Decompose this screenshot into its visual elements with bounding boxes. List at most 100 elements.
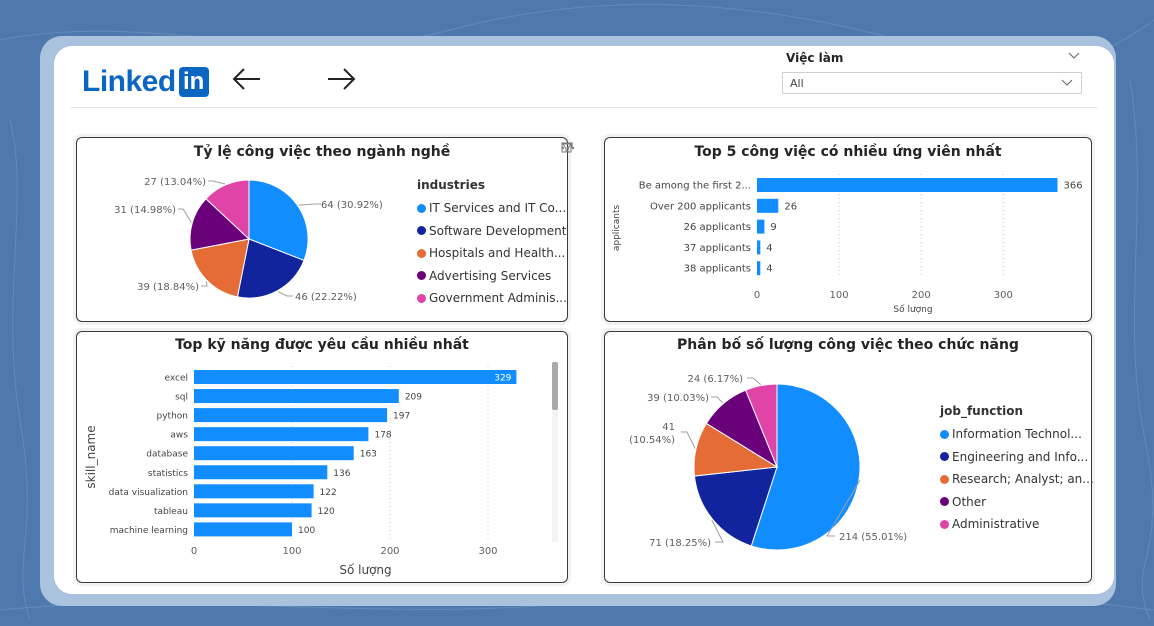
- legend-item[interactable]: Other: [940, 491, 1094, 514]
- x-tick-label: 0: [191, 546, 197, 557]
- legend-label: Government Adminis...: [429, 291, 567, 306]
- bar[interactable]: [194, 484, 314, 499]
- bar[interactable]: [194, 503, 312, 518]
- value-label: 100: [298, 526, 315, 536]
- data-label: (10.54%): [629, 435, 675, 446]
- bar[interactable]: [757, 198, 779, 213]
- category-label: 26 applicants: [684, 222, 751, 233]
- category-label: aws: [170, 431, 188, 441]
- leader-line: [277, 291, 293, 297]
- industries-legend: industries IT Services and IT Co... Softw…: [417, 178, 567, 310]
- value-label: 120: [318, 507, 335, 517]
- category-label: Over 200 applicants: [650, 201, 751, 212]
- dropdown-chevron-icon: [1061, 79, 1073, 86]
- category-label: database: [146, 450, 188, 460]
- legend-title: job_function: [940, 404, 1024, 418]
- slicer-title: Việc làm: [786, 51, 844, 65]
- bar[interactable]: [194, 446, 354, 461]
- slicer-dropdown[interactable]: All: [782, 72, 1082, 94]
- bar[interactable]: [194, 370, 517, 384]
- slicer-value: All: [790, 77, 804, 90]
- legend-label: Advertising Services: [429, 268, 552, 283]
- data-label: 31 (14.98%): [114, 205, 176, 216]
- value-label: 26: [784, 201, 797, 212]
- chevron-down-icon[interactable]: [1068, 52, 1080, 60]
- bar[interactable]: [194, 522, 292, 537]
- value-label: 209: [405, 393, 422, 403]
- y-axis-title: skill_name: [84, 425, 98, 488]
- job-function-pie-visual[interactable]: Phân bố số lượng công việc theo chức năn…: [604, 331, 1094, 583]
- legend-title: industries: [417, 178, 485, 192]
- data-label: 64 (30.92%): [321, 200, 383, 211]
- legend-label: Administrative: [952, 517, 1040, 532]
- legend-item[interactable]: IT Services and IT Co...: [417, 197, 567, 220]
- legend-label: Hospitals and Health...: [429, 246, 566, 261]
- x-tick-label: 100: [830, 290, 849, 301]
- logo-text: Linked: [82, 65, 176, 98]
- bar[interactable]: [757, 178, 1058, 192]
- applicants-bar-visual[interactable]: Top 5 công việc có nhiều ứng viên nhất 0…: [604, 137, 1092, 322]
- job-function-legend: job_function Information Technol... Engin…: [940, 404, 1094, 536]
- legend-label: Research; Analyst; an...: [952, 472, 1094, 487]
- value-label: 136: [333, 469, 350, 479]
- industries-pie-visual[interactable]: Tỷ lệ công việc theo ngành nghề 64 (30.9…: [76, 137, 575, 322]
- legend-item[interactable]: Engineering and Info...: [940, 446, 1094, 469]
- legend-item[interactable]: Advertising Services: [417, 265, 567, 288]
- y-axis-title: applicants: [612, 205, 622, 252]
- category-label: 38 applicants: [684, 264, 751, 275]
- x-tick-label: 200: [912, 290, 931, 301]
- legend-item[interactable]: Government Adminis...: [417, 287, 567, 310]
- value-label: 4: [766, 264, 772, 275]
- legend-item[interactable]: Research; Analyst; an...: [940, 468, 1094, 491]
- back-button[interactable]: [230, 64, 264, 94]
- bar[interactable]: [757, 261, 761, 276]
- bar[interactable]: [194, 389, 399, 404]
- bar[interactable]: [757, 219, 765, 234]
- category-label: excel: [164, 374, 188, 384]
- legend-item[interactable]: Software Development: [417, 220, 567, 243]
- legend-label: Information Technol...: [952, 427, 1082, 442]
- x-tick-label: 200: [380, 546, 399, 557]
- x-tick-label: 300: [994, 290, 1013, 301]
- bar[interactable]: [194, 408, 388, 423]
- data-label: 39 (10.03%): [647, 393, 709, 404]
- legend-dot-icon: [940, 429, 949, 439]
- linkedin-logo: Linked in: [82, 62, 209, 102]
- legend-item[interactable]: Hospitals and Health...: [417, 242, 567, 265]
- x-tick-label: 0: [754, 290, 760, 301]
- data-label: 39 (18.84%): [137, 282, 199, 293]
- legend-item[interactable]: Information Technol...: [940, 423, 1094, 446]
- category-label: tableau: [154, 507, 188, 517]
- skills-scrollbar-thumb[interactable]: [552, 362, 558, 410]
- x-tick-label: 100: [282, 546, 301, 557]
- leader-line: [747, 377, 762, 385]
- value-label: 366: [1064, 181, 1083, 192]
- x-axis-title: Số lượng: [339, 563, 391, 577]
- data-label: 27 (13.04%): [144, 177, 206, 188]
- header-divider: [70, 107, 1098, 108]
- legend-dot-icon: [940, 452, 949, 462]
- leader-line: [711, 396, 724, 404]
- bar[interactable]: [757, 240, 761, 255]
- leader-line: [681, 431, 696, 449]
- legend-item[interactable]: Administrative: [940, 513, 1094, 536]
- bar[interactable]: [194, 427, 369, 442]
- leader-line: [298, 203, 321, 206]
- job-slicer[interactable]: Việc làm All: [780, 48, 1086, 98]
- legend-label: IT Services and IT Co...: [429, 201, 567, 216]
- legend-dot-icon: [417, 271, 426, 281]
- arrow-right-icon: [328, 68, 356, 90]
- legend-dot-icon: [940, 519, 949, 529]
- logo-box: in: [178, 67, 209, 97]
- value-label: 197: [393, 412, 410, 422]
- applicants-bar-chart: 0 100 200 300 Be among the first 2... 366 Over…: [612, 174, 1083, 315]
- category-label: 37 applicants: [684, 243, 751, 254]
- category-label: statistics: [148, 469, 188, 479]
- legend-dot-icon: [417, 226, 426, 236]
- bar[interactable]: [194, 465, 328, 480]
- leader-line: [208, 180, 226, 185]
- data-label: 71 (18.25%): [649, 538, 711, 549]
- skills-bar-visual[interactable]: Top kỹ năng được yêu cầu nhiều nhất 0 100…: [76, 331, 568, 583]
- forward-button[interactable]: [324, 64, 358, 94]
- value-label: 9: [770, 222, 776, 233]
